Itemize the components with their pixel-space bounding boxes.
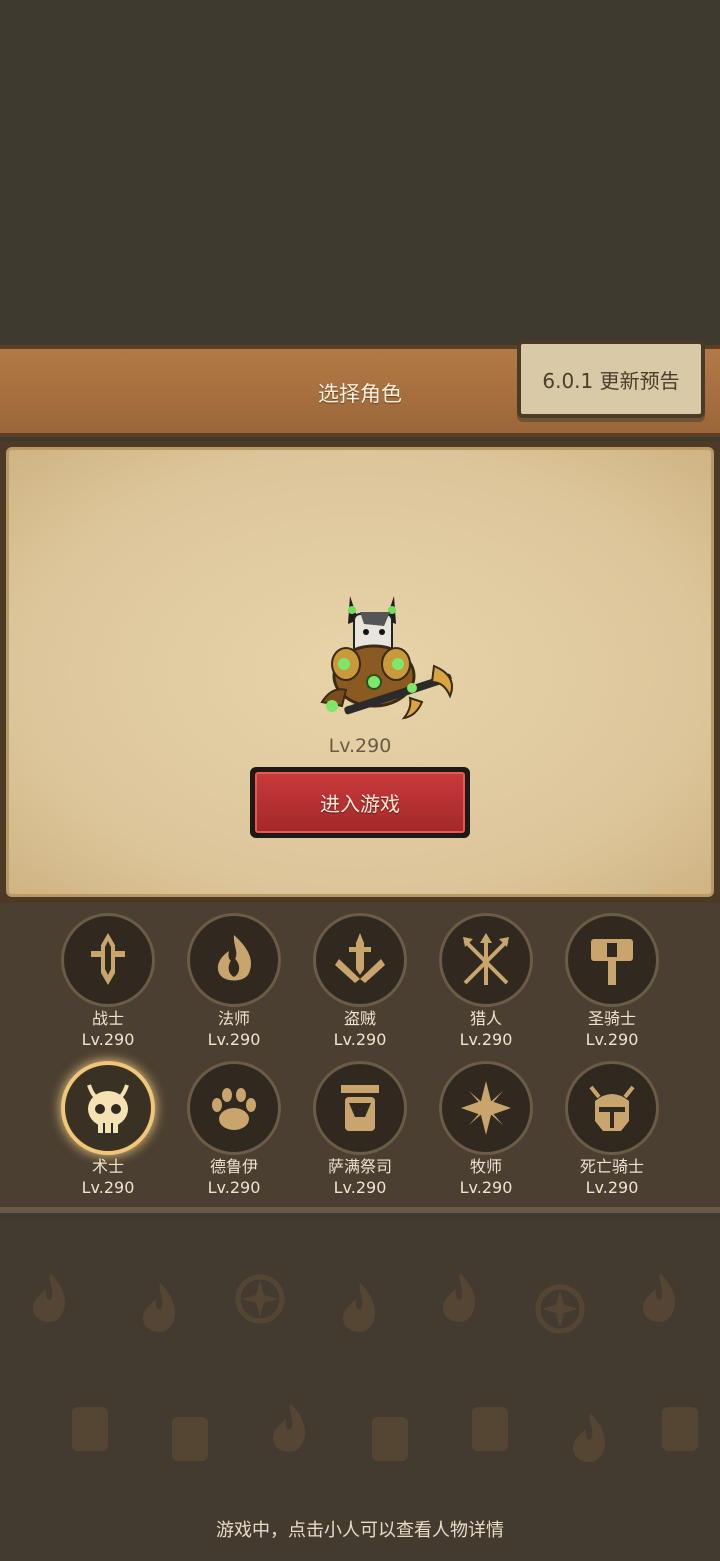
flame-icon <box>573 1413 605 1462</box>
update-notice-button[interactable]: 6.0.1 更新预告 <box>517 340 705 418</box>
class-shaman[interactable]: 萨满祭司 Lv.290 <box>310 1061 410 1198</box>
star-icon <box>235 1274 285 1324</box>
enter-game-button[interactable]: 进入游戏 <box>250 767 470 838</box>
class-level: Lv.290 <box>81 1030 135 1049</box>
star-icon <box>535 1284 585 1334</box>
daggers-icon <box>313 913 407 1007</box>
class-death-knight[interactable]: 死亡骑士 Lv.290 <box>562 1061 662 1198</box>
class-name: 圣骑士 <box>587 1009 636 1028</box>
class-name: 盗贼 <box>343 1009 376 1028</box>
class-rogue[interactable]: 盗贼 Lv.290 <box>310 913 410 1050</box>
class-level: Lv.290 <box>459 1178 513 1197</box>
class-level: Lv.290 <box>207 1030 261 1049</box>
class-name: 术士 <box>91 1157 124 1176</box>
class-name: 死亡骑士 <box>579 1157 644 1176</box>
top-background <box>0 0 720 345</box>
class-name: 牧师 <box>469 1157 502 1176</box>
flame-icon <box>443 1273 475 1322</box>
class-level: Lv.290 <box>333 1030 387 1049</box>
flame-icon <box>33 1273 65 1322</box>
totem-icon <box>72 1407 108 1451</box>
hammer-icon <box>565 913 659 1007</box>
class-name: 猎人 <box>469 1009 502 1028</box>
enter-game-label: 进入游戏 <box>255 772 465 833</box>
flame-icon <box>643 1273 675 1322</box>
paw-icon <box>187 1061 281 1155</box>
class-level: Lv.290 <box>333 1178 387 1197</box>
class-name: 萨满祭司 <box>327 1157 392 1176</box>
class-paladin[interactable]: 圣骑士 Lv.290 <box>562 913 662 1050</box>
class-name: 法师 <box>217 1009 250 1028</box>
totem-icon <box>472 1407 508 1451</box>
totem-icon <box>172 1417 208 1461</box>
class-name: 战士 <box>91 1009 124 1028</box>
class-level: Lv.290 <box>585 1178 639 1197</box>
skull-icon <box>61 1061 155 1155</box>
flame-icon <box>343 1283 375 1332</box>
flame-icon <box>187 913 281 1007</box>
class-warlock[interactable]: 术士 Lv.290 <box>58 1061 158 1198</box>
class-name: 德鲁伊 <box>209 1157 258 1176</box>
class-warrior[interactable]: 战士 Lv.290 <box>58 913 158 1050</box>
class-druid[interactable]: 德鲁伊 Lv.290 <box>184 1061 284 1198</box>
bottom-decoration <box>0 1219 720 1561</box>
hero-level: Lv.290 <box>328 735 392 757</box>
class-level: Lv.290 <box>459 1030 513 1049</box>
helmet-icon <box>565 1061 659 1155</box>
class-mage[interactable]: 法师 Lv.290 <box>184 913 284 1050</box>
class-hunter[interactable]: 猎人 Lv.290 <box>436 913 536 1050</box>
class-priest[interactable]: 牧师 Lv.290 <box>436 1061 536 1198</box>
totem-icon <box>662 1407 698 1451</box>
arrows-icon <box>439 913 533 1007</box>
flame-icon <box>273 1403 305 1452</box>
class-selector: 战士 Lv.290 法师 Lv.290 盗贼 Lv.290 猎人 Lv.290 … <box>0 903 720 1213</box>
class-level: Lv.290 <box>81 1178 135 1197</box>
class-level: Lv.290 <box>207 1178 261 1197</box>
flame-icon <box>143 1283 175 1332</box>
totem-icon <box>372 1417 408 1461</box>
totem-icon <box>313 1061 407 1155</box>
sword-icon <box>61 913 155 1007</box>
class-level: Lv.290 <box>585 1030 639 1049</box>
hero-character[interactable] <box>302 594 462 726</box>
hint-text: 游戏中，点击小人可以查看人物详情 <box>216 1520 504 1541</box>
star-icon <box>439 1061 533 1155</box>
